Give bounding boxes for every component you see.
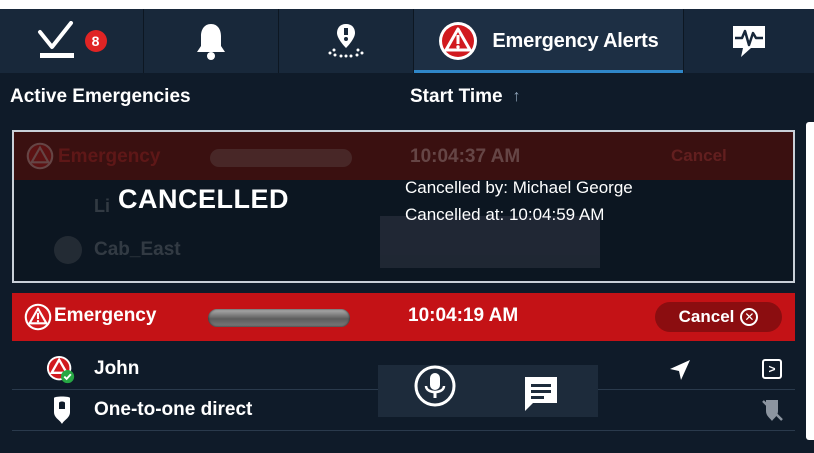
- cancelled-card-row2-label: Cab_East: [94, 239, 181, 260]
- cancelled-by-text: Cancelled by: Michael George: [405, 178, 633, 197]
- cancelled-at-text: Cancelled at: 10:04:59 AM: [405, 205, 605, 224]
- private-call-icon: [54, 396, 70, 424]
- chat-message-icon[interactable]: [521, 373, 561, 413]
- call-type-label: One-to-one direct: [94, 399, 253, 420]
- participant-name: John: [94, 358, 140, 379]
- column-header-active-emergencies: Active Emergencies: [10, 86, 191, 107]
- push-to-talk-mic-icon[interactable]: [413, 364, 457, 408]
- call-controls-panel: [378, 365, 598, 417]
- emergency-alerts-app: 8 Emergency Alerts Active Emergencies St…: [0, 0, 814, 453]
- cancelled-emergency-card: Emergency 10:04:37 AM Cancel Li Cab_East…: [12, 130, 795, 283]
- user-alert-icon: [46, 355, 75, 384]
- active-card-status-pill: [208, 309, 350, 327]
- check-tray-icon: [37, 21, 74, 58]
- cancelled-status-label: CANCELLED: [118, 184, 289, 214]
- active-card-title: Emergency: [54, 305, 157, 326]
- tab-tasks[interactable]: 8: [0, 9, 143, 73]
- cancelled-card-time: 10:04:37 AM: [410, 146, 521, 167]
- cancelled-card-status-pill: [210, 149, 352, 167]
- alert-triangle-icon: [24, 303, 52, 331]
- cancelled-card-avatar-icon: [54, 236, 82, 264]
- list-scrollbar[interactable]: [806, 122, 814, 440]
- column-header-start-time-label: Start Time: [410, 86, 503, 107]
- cancelled-card-row1-label: Li: [94, 196, 110, 216]
- close-circle-icon: ✕: [740, 308, 759, 326]
- map-pin-icon: [328, 24, 364, 58]
- active-emergency-card: Emergency 10:04:19 AM Cancel ✕ John > On…: [12, 293, 795, 443]
- cancel-emergency-button[interactable]: Cancel ✕: [655, 302, 782, 332]
- tab-emergency-alerts-label: Emergency Alerts: [492, 29, 659, 52]
- tab-health[interactable]: [683, 9, 814, 73]
- tab-bar: 8 Emergency Alerts: [0, 9, 814, 73]
- heartbeat-chat-icon: [733, 26, 765, 57]
- alert-triangle-icon: [26, 142, 54, 170]
- tasks-count-badge: 8: [84, 30, 107, 52]
- chevron-right-icon[interactable]: >: [762, 359, 782, 379]
- cancelled-card-title: Emergency: [58, 146, 161, 167]
- tab-location[interactable]: [278, 9, 413, 73]
- cancel-button-label: Cancel: [678, 307, 735, 326]
- alert-triangle-icon: [439, 22, 478, 60]
- bell-icon: [197, 24, 225, 60]
- active-card-header[interactable]: Emergency 10:04:19 AM Cancel ✕: [12, 293, 795, 341]
- navigate-arrow-icon[interactable]: [668, 358, 692, 382]
- tab-notifications[interactable]: [143, 9, 278, 73]
- cancelled-card-cancel-label: Cancel: [671, 146, 727, 165]
- active-card-start-time: 10:04:19 AM: [408, 305, 519, 326]
- private-call-muted-icon: [762, 400, 783, 421]
- sort-ascending-icon: ↑: [512, 88, 521, 105]
- tab-emergency-alerts[interactable]: Emergency Alerts: [413, 9, 683, 73]
- column-header-start-time[interactable]: Start Time ↑: [410, 86, 521, 108]
